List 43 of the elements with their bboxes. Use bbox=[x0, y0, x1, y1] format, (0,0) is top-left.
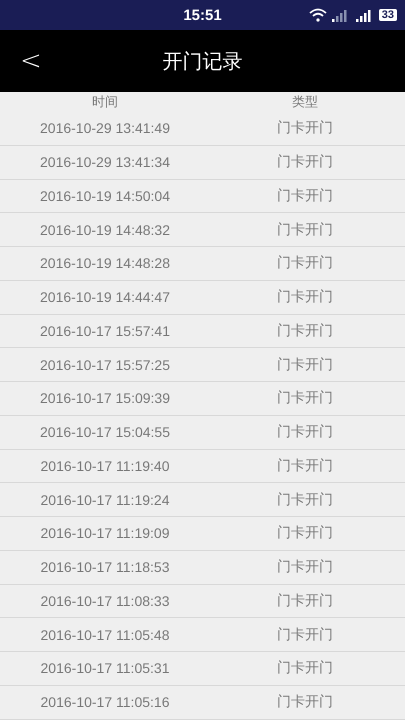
table-cell-text: 2016-10-17 11:19:40 bbox=[40, 458, 170, 474]
status-time: 15:51 bbox=[182, 6, 223, 24]
table-cell-text: 门卡开门 bbox=[276, 490, 334, 509]
table-cell-text: 门卡开门 bbox=[276, 423, 334, 442]
back-button[interactable]: < bbox=[20, 46, 42, 76]
table-cell-text: 门卡开门 bbox=[276, 220, 334, 239]
table-cell-text: 2016-10-19 14:44:47 bbox=[39, 289, 171, 306]
table-cell-text: 门卡开门 bbox=[276, 592, 334, 610]
table-cell-text: 2016-10-17 15:57:25 bbox=[39, 356, 171, 373]
table-cell-text: 2016-10-19 14:48:32 bbox=[39, 222, 171, 238]
table-cell-text: 门卡开门 bbox=[276, 524, 334, 542]
table-cell-text: 2016-10-19 14:48:28 bbox=[39, 255, 171, 272]
table-cell-text: 2016-10-19 14:50:04 bbox=[39, 188, 171, 204]
table-cell-text: 门卡开门 bbox=[276, 254, 334, 272]
table-cell-text: 2016-10-29 13:41:34 bbox=[39, 154, 171, 170]
table-cell-text: 门卡开门 bbox=[276, 456, 334, 475]
table-cell-text: 门卡开门 bbox=[276, 153, 334, 172]
table-cell-text: 门卡开门 bbox=[276, 322, 334, 340]
table-cell-text: 2016-10-29 13:41:49 bbox=[39, 120, 171, 136]
table-cell-text: 2016-10-17 15:57:41 bbox=[39, 322, 171, 339]
page-title: 开门记录 bbox=[162, 48, 244, 74]
column-header: 时间 bbox=[91, 93, 119, 111]
table-cell-text: 门卡开门 bbox=[276, 659, 334, 678]
table-cell-text: 2016-10-17 11:18:53 bbox=[40, 559, 170, 576]
table-cell-text: 2016-10-17 11:05:48 bbox=[40, 626, 170, 643]
column-header: 类型 bbox=[291, 93, 319, 111]
table-cell-text: 2016-10-17 15:09:39 bbox=[39, 390, 171, 406]
table-cell-text: 门卡开门 bbox=[276, 119, 334, 138]
table-cell-text: 2016-10-17 15:04:55 bbox=[39, 424, 171, 440]
table-cell-text: 门卡开门 bbox=[276, 186, 334, 205]
table-cell-text: 2016-10-17 11:08:33 bbox=[40, 592, 170, 609]
table-cell-text: 门卡开门 bbox=[276, 389, 334, 408]
table-cell-text: 门卡开门 bbox=[276, 558, 334, 576]
table-cell-text: 2016-10-17 11:19:24 bbox=[40, 492, 170, 508]
wifi-icon bbox=[308, 8, 327, 22]
table-cell-text: 门卡开门 bbox=[276, 288, 334, 306]
table-cell-text: 门卡开门 bbox=[276, 626, 334, 644]
battery-level: 33 bbox=[378, 9, 397, 21]
table-cell-text: 门卡开门 bbox=[276, 356, 334, 374]
table-cell-text: 门卡开门 bbox=[276, 693, 334, 712]
table-cell-text: 2016-10-17 11:19:09 bbox=[40, 525, 170, 542]
table-cell-text: 2016-10-17 11:05:16 bbox=[40, 694, 170, 710]
table-cell-text: 2016-10-17 11:05:31 bbox=[40, 660, 170, 676]
